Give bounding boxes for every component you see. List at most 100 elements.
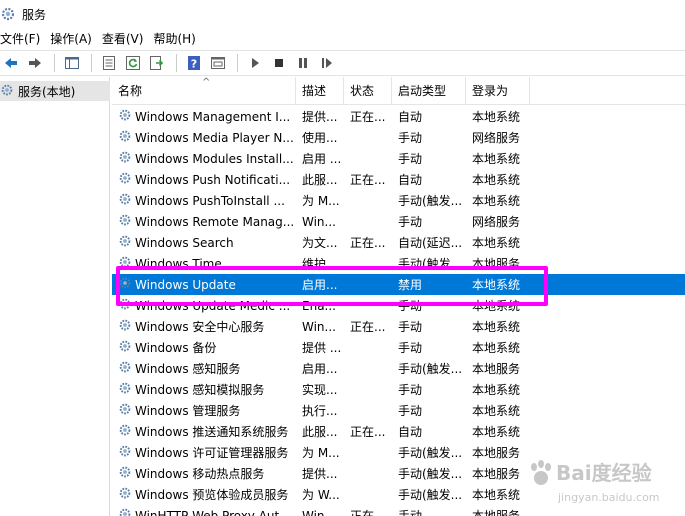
service-name: Windows PushToInstall ... (135, 193, 285, 208)
service-log-on-as: 本地系统 (472, 194, 521, 208)
table-row[interactable]: Windows 管理服务 执行... 手动 本地系统 (112, 400, 685, 421)
service-gear-icon (118, 465, 132, 482)
service-status: 正在... (350, 110, 386, 124)
stop-service-icon[interactable] (268, 52, 290, 74)
service-status: 正在... (350, 425, 386, 439)
window-title: 服务 (22, 7, 47, 22)
show-hide-tree-icon[interactable] (61, 52, 83, 74)
help-icon[interactable]: ? (183, 52, 205, 74)
forward-arrow-icon[interactable] (24, 52, 46, 74)
service-description: 启用... (302, 278, 338, 292)
service-name: Windows Push Notificati... (135, 172, 291, 187)
service-name-cell: Windows 感知模拟服务 (112, 381, 296, 398)
table-row[interactable]: Windows Update 启用... 禁用 本地系统 (112, 274, 685, 295)
service-name-cell: WinHTTP Web Proxy Aut... (112, 507, 296, 516)
service-log-on-as: 本地服务 (472, 467, 521, 481)
table-row[interactable]: Windows Remote Manag... Win... 手动 网络服务 (112, 211, 685, 232)
table-row[interactable]: Windows Update Medic ... Ena... 手动 本地系统 (112, 295, 685, 316)
watermark-subtext: jingyan.baidu.com (558, 491, 660, 504)
table-row[interactable]: Windows 安全中心服务 Win... 正在... 手动 本地系统 (112, 316, 685, 337)
service-gear-icon (118, 255, 132, 272)
service-name: Windows 备份 (135, 341, 217, 355)
view-icon[interactable] (207, 52, 229, 74)
refresh-icon[interactable] (122, 52, 144, 74)
service-log-on-as: 本地系统 (472, 383, 521, 397)
service-log-on-as: 本地服务 (472, 362, 521, 376)
service-name: Windows 感知模拟服务 (135, 383, 265, 397)
table-row[interactable]: Windows Media Player N... 使用... 手动 网络服务 (112, 127, 685, 148)
service-description: 为文... (302, 236, 338, 250)
service-status: 正在... (350, 509, 386, 516)
service-log-on-as: 本地系统 (472, 152, 521, 166)
service-name-cell: Windows Push Notificati... (112, 171, 296, 188)
service-startup-type: 手动 (398, 404, 423, 418)
service-name: Windows 感知服务 (135, 362, 241, 376)
service-name: Windows 预览体验成员服务 (135, 488, 289, 502)
menu-help[interactable]: 帮助(H) (153, 30, 205, 47)
table-row[interactable]: Windows 感知模拟服务 实现... 手动 本地系统 (112, 379, 685, 400)
service-log-on-as: 网络服务 (472, 131, 521, 145)
back-arrow-icon[interactable] (0, 52, 22, 74)
service-log-on-as: 网络服务 (472, 215, 521, 229)
service-gear-icon (118, 423, 132, 440)
export-list-icon[interactable] (146, 52, 168, 74)
service-description: 维护... (302, 257, 338, 271)
menu-bar: 文件(F) 操作(A) 查看(V) 帮助(H) (0, 28, 685, 48)
column-header-log-on-as[interactable]: 登录为 (466, 77, 530, 105)
service-startup-type: 手动(触发... (398, 362, 463, 376)
service-gear-icon (118, 171, 132, 188)
service-name-cell: Windows 备份 (112, 339, 296, 356)
menu-file[interactable]: 文件(F) (0, 30, 50, 47)
services-list: ^ 名称 描述 状态 启动类型 登录为 Windows Management I… (112, 77, 685, 516)
service-name-cell: Windows Update (112, 276, 296, 293)
service-name-cell: Windows 预览体验成员服务 (112, 486, 296, 503)
service-name: Windows Media Player N... (135, 130, 294, 145)
service-name: Windows Remote Manag... (135, 214, 295, 229)
table-row[interactable]: Windows 备份 提供 ... 手动 本地系统 (112, 337, 685, 358)
service-description: Win... (302, 508, 336, 516)
column-header-startup-type[interactable]: 启动类型 (392, 77, 466, 105)
properties-icon[interactable] (98, 52, 120, 74)
service-startup-type: 手动 (398, 131, 423, 145)
svg-text:?: ? (191, 58, 197, 71)
service-log-on-as: 本地系统 (472, 236, 521, 250)
list-header: ^ 名称 描述 状态 启动类型 登录为 (112, 77, 685, 105)
service-description: 提供... (302, 110, 338, 124)
service-description: 启用 ... (302, 152, 342, 166)
table-row[interactable]: Windows Push Notificati... 此服... 正在... 自动 本地… (112, 169, 685, 190)
toolbar: ? (0, 50, 685, 76)
service-name-cell: Windows Modules Install... (112, 150, 296, 167)
table-row[interactable]: Windows Search 为文... 正在... 自动(延迟... 本地系统 (112, 232, 685, 253)
service-log-on-as: 本地系统 (472, 278, 521, 292)
service-status: 正在... (350, 320, 386, 334)
tree-item-local-services[interactable]: 服务(本地) (0, 81, 110, 101)
service-startup-type: 禁用 (398, 278, 423, 292)
table-row[interactable]: Windows PushToInstall ... 为 M... 手动(触发... 本… (112, 190, 685, 211)
table-row[interactable]: Windows Management I... 提供... 正在... 自动 本地系统 (112, 106, 685, 127)
start-service-icon[interactable] (244, 52, 266, 74)
service-gear-icon (118, 297, 132, 314)
service-gear-icon (118, 444, 132, 461)
tree-item-label: 服务(本地) (18, 84, 76, 99)
service-gear-icon (118, 276, 132, 293)
sort-ascending-icon: ^ (202, 77, 211, 88)
column-header-label: 登录为 (472, 84, 509, 98)
service-startup-type: 手动 (398, 215, 423, 229)
service-description: 此服... (302, 173, 338, 187)
table-row[interactable]: Windows Time 维护... 手动(触发... 本地服务 (112, 253, 685, 274)
table-row[interactable]: Windows 感知服务 启用... 手动(触发... 本地服务 (112, 358, 685, 379)
service-log-on-as: 本地系统 (472, 110, 521, 124)
menu-view[interactable]: 查看(V) (102, 30, 154, 47)
restart-service-icon[interactable] (316, 52, 338, 74)
menu-action[interactable]: 操作(A) (50, 30, 102, 47)
column-header-status[interactable]: 状态 (344, 77, 392, 105)
column-header-description[interactable]: 描述 (296, 77, 344, 105)
service-name: Windows 移动热点服务 (135, 467, 265, 481)
column-header-name[interactable]: ^ 名称 (112, 77, 296, 105)
table-row[interactable]: Windows Modules Install... 启用 ... 手动 本地系统 (112, 148, 685, 169)
service-gear-icon (118, 129, 132, 146)
table-row[interactable]: Windows 推送通知系统服务 此服... 正在... 自动 本地系统 (112, 421, 685, 442)
service-startup-type: 手动 (398, 152, 423, 166)
pause-service-icon[interactable] (292, 52, 314, 74)
service-description: 为 W... (302, 488, 340, 502)
